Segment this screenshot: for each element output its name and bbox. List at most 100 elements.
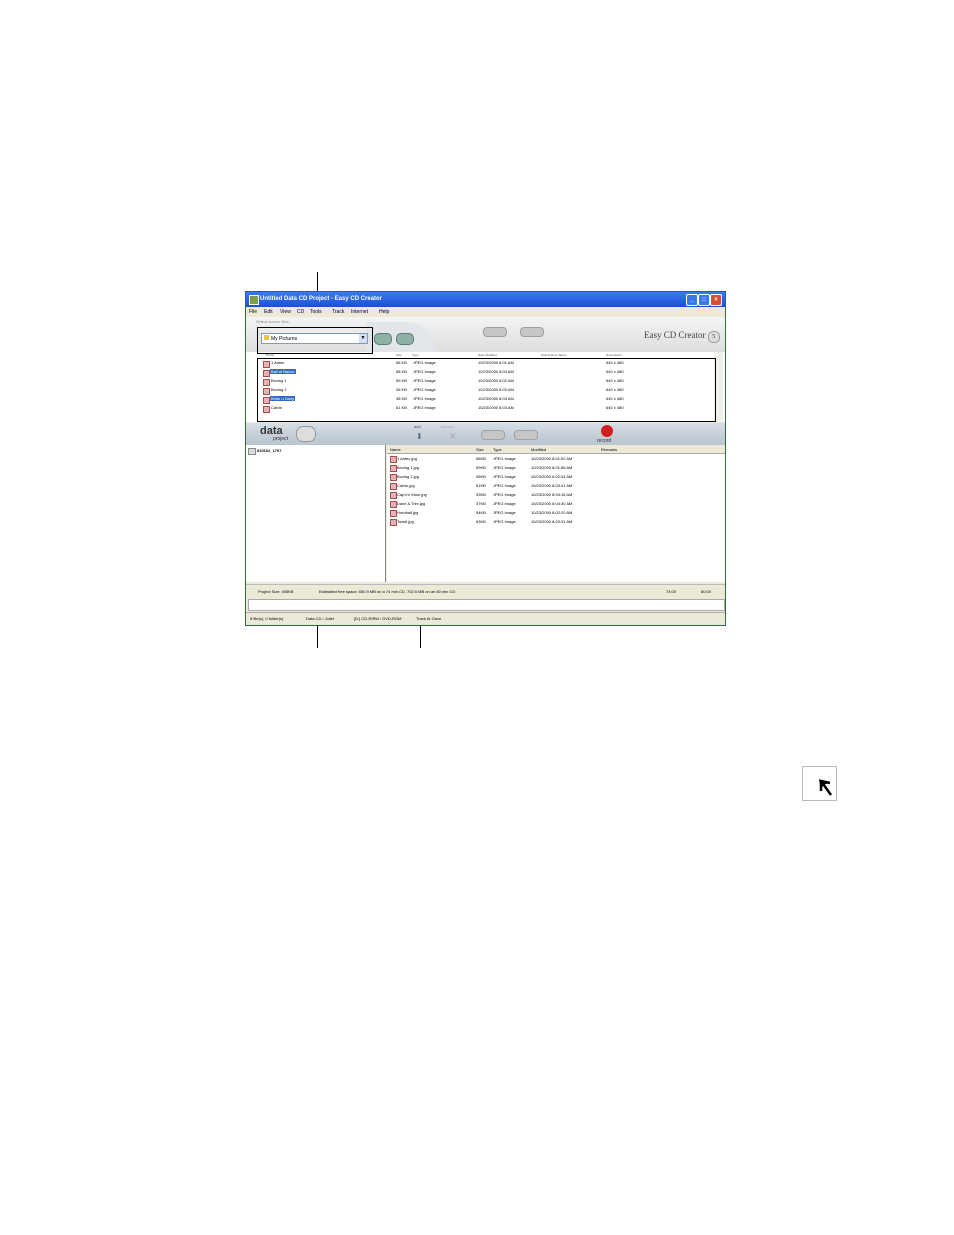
file-size: 63KB — [476, 519, 486, 524]
window-title: Untitled Data CD Project - Easy CD Creat… — [260, 296, 383, 302]
time-74: 74:00 — [666, 589, 677, 594]
menu-view[interactable]: View — [280, 309, 291, 315]
file-type: JPEG Image — [493, 519, 516, 524]
col-dimensions[interactable]: Dimensions — [606, 353, 622, 357]
pcol-size[interactable]: Size — [476, 447, 484, 452]
file-type: JPEG Image — [493, 510, 516, 515]
project-button-2[interactable] — [514, 430, 538, 440]
file-name: Calvin.jpg — [397, 483, 415, 488]
project-file-row[interactable]: Towel.jpg 63KB JPEG Image 10/23/2000 8:03:3… — [387, 517, 717, 526]
project-file-row[interactable]: Dave & Trev.jpg 37KB JPEG Image 10/23/2000 … — [387, 499, 717, 508]
project-list-header: Name Size Type Modified Remarks — [387, 445, 725, 454]
file-modified: 10/23/2000 8:02:20 AM — [531, 510, 573, 515]
file-type: JPEG Image — [493, 501, 516, 506]
project-file-row[interactable]: Boxing 2.jpg 36KB JPEG Image 10/23/2000 8:0… — [387, 472, 717, 481]
up-button[interactable] — [396, 333, 414, 345]
project-file-row[interactable]: Hornball.jpg 54KB JPEG Image 10/23/2000 8:0… — [387, 508, 717, 517]
add-arrow-icon[interactable]: ⬇ — [416, 432, 423, 441]
cd-icon — [248, 448, 256, 455]
title-bar[interactable]: Untitled Data CD Project - Easy CD Creat… — [246, 292, 725, 307]
file-list-highlight-box — [257, 358, 716, 422]
app-icon — [249, 295, 259, 305]
record-button[interactable] — [601, 425, 613, 437]
jpeg-file-icon — [390, 483, 397, 490]
file-size: 56KB — [476, 456, 486, 461]
pcol-name[interactable]: Name — [390, 447, 401, 452]
menu-edit[interactable]: Edit — [264, 309, 273, 315]
mouse-pointer-icon — [819, 779, 833, 796]
file-modified: 10/23/2000 8:04:30 AM — [531, 501, 573, 506]
toolbar-button-1[interactable] — [483, 327, 507, 337]
project-file-row[interactable]: Calvin.jpg 61KB JPEG Image 10/23/2000 8:03:… — [387, 481, 717, 490]
file-size: 37KB — [476, 501, 486, 506]
project-button-1[interactable] — [481, 430, 505, 440]
col-date-taken[interactable]: Date Picture Taken — [541, 353, 566, 357]
project-file-row[interactable]: Cap'n'n Mom.jpg 39KB JPEG Image 10/23/2000 … — [387, 490, 717, 499]
app-logo: Easy CD Creator 5 — [644, 330, 720, 343]
menu-bar: File Edit View CD Tools Track Internet H… — [246, 307, 725, 317]
file-name: Boxing 2.jpg — [397, 474, 420, 479]
maximize-button[interactable]: □ — [698, 294, 710, 306]
toolbar-button-2[interactable] — [520, 327, 544, 337]
status-files: 8 file(s), 0 folder(s) — [250, 616, 284, 621]
cursor-card — [802, 766, 837, 801]
remove-label: remove — [441, 424, 455, 429]
menu-help[interactable]: Help — [379, 309, 389, 315]
file-size: 54KB — [476, 510, 486, 515]
minimize-button[interactable]: _ — [686, 294, 698, 306]
source-label: Select source files: — [256, 319, 290, 324]
jpeg-file-icon — [390, 492, 397, 499]
menu-internet[interactable]: Internet — [351, 309, 368, 315]
col-type[interactable]: Type — [412, 353, 419, 357]
file-modified: 10/23/2000 8:03:41 AM — [531, 483, 573, 488]
file-type: JPEG Image — [493, 465, 516, 470]
menu-cd[interactable]: CD — [297, 309, 304, 315]
remove-x-icon[interactable]: ✕ — [449, 431, 457, 442]
file-type: JPEG Image — [493, 456, 516, 461]
add-label: add — [414, 424, 421, 429]
jpeg-file-icon — [390, 519, 397, 526]
file-type: JPEG Image — [493, 474, 516, 479]
file-size: 36KB — [476, 474, 486, 479]
disc-icon — [296, 426, 316, 442]
pcol-remarks[interactable]: Remarks — [601, 447, 617, 452]
file-name: Boxing 1.jpg — [397, 465, 420, 470]
file-modified: 10/23/2000 8:02:04 AM — [531, 474, 573, 479]
file-name: Dave & Trev.jpg — [397, 501, 426, 506]
project-tree[interactable]: 020102_1707 — [246, 445, 386, 582]
menu-file[interactable]: File — [249, 309, 257, 315]
file-modified: 10/23/2000 8:03:31 AM — [531, 519, 573, 524]
file-modified: 10/23/2000 8:01:56 AM — [531, 465, 573, 470]
file-modified: 10/23/2000 8:01:52 AM — [531, 456, 573, 461]
menu-track[interactable]: Track — [332, 309, 344, 315]
file-modified: 10/23/2000 8:03:16 AM — [531, 492, 573, 497]
project-file-row[interactable]: 1 Antec.jpg 56KB JPEG Image 10/23/2000 8:01… — [387, 454, 717, 463]
status-bar: 8 file(s), 0 folder(s) Data CD / Joliet … — [246, 612, 725, 625]
logo-text: Easy CD Creator — [644, 330, 706, 340]
close-button[interactable]: × — [710, 294, 722, 306]
pcol-type[interactable]: Type — [493, 447, 502, 452]
jpeg-file-icon — [390, 474, 397, 481]
project-file-row[interactable]: Boxing 1.jpg 59KB JPEG Image 10/23/2000 8:0… — [387, 463, 717, 472]
file-size: 39KB — [476, 492, 486, 497]
project-file-list[interactable]: Name Size Type Modified Remarks 1 Antec.… — [387, 445, 725, 582]
record-label: record — [597, 438, 612, 444]
col-modified[interactable]: Date Modified — [478, 353, 497, 357]
logo-version: 5 — [707, 331, 720, 343]
jpeg-file-icon — [390, 465, 397, 472]
pcol-modified[interactable]: Modified — [531, 447, 546, 452]
file-name: Hornball.jpg — [397, 510, 419, 515]
status-write-mode: Track At Once — [416, 616, 442, 621]
file-size: 59KB — [476, 465, 486, 470]
file-size: 61KB — [476, 483, 486, 488]
col-size[interactable]: Size — [396, 353, 402, 357]
file-type: JPEG Image — [493, 492, 516, 497]
project-size: Project Size: 405KB — [258, 589, 294, 594]
status-format: Data CD / Joliet — [306, 616, 335, 621]
file-name: Towel.jpg — [397, 519, 414, 524]
jpeg-file-icon — [390, 456, 397, 463]
dropdown-highlight-box — [257, 327, 373, 354]
back-button[interactable] — [374, 333, 392, 345]
menu-tools[interactable]: Tools — [310, 309, 322, 315]
tree-root[interactable]: 020102_1707 — [257, 448, 281, 453]
